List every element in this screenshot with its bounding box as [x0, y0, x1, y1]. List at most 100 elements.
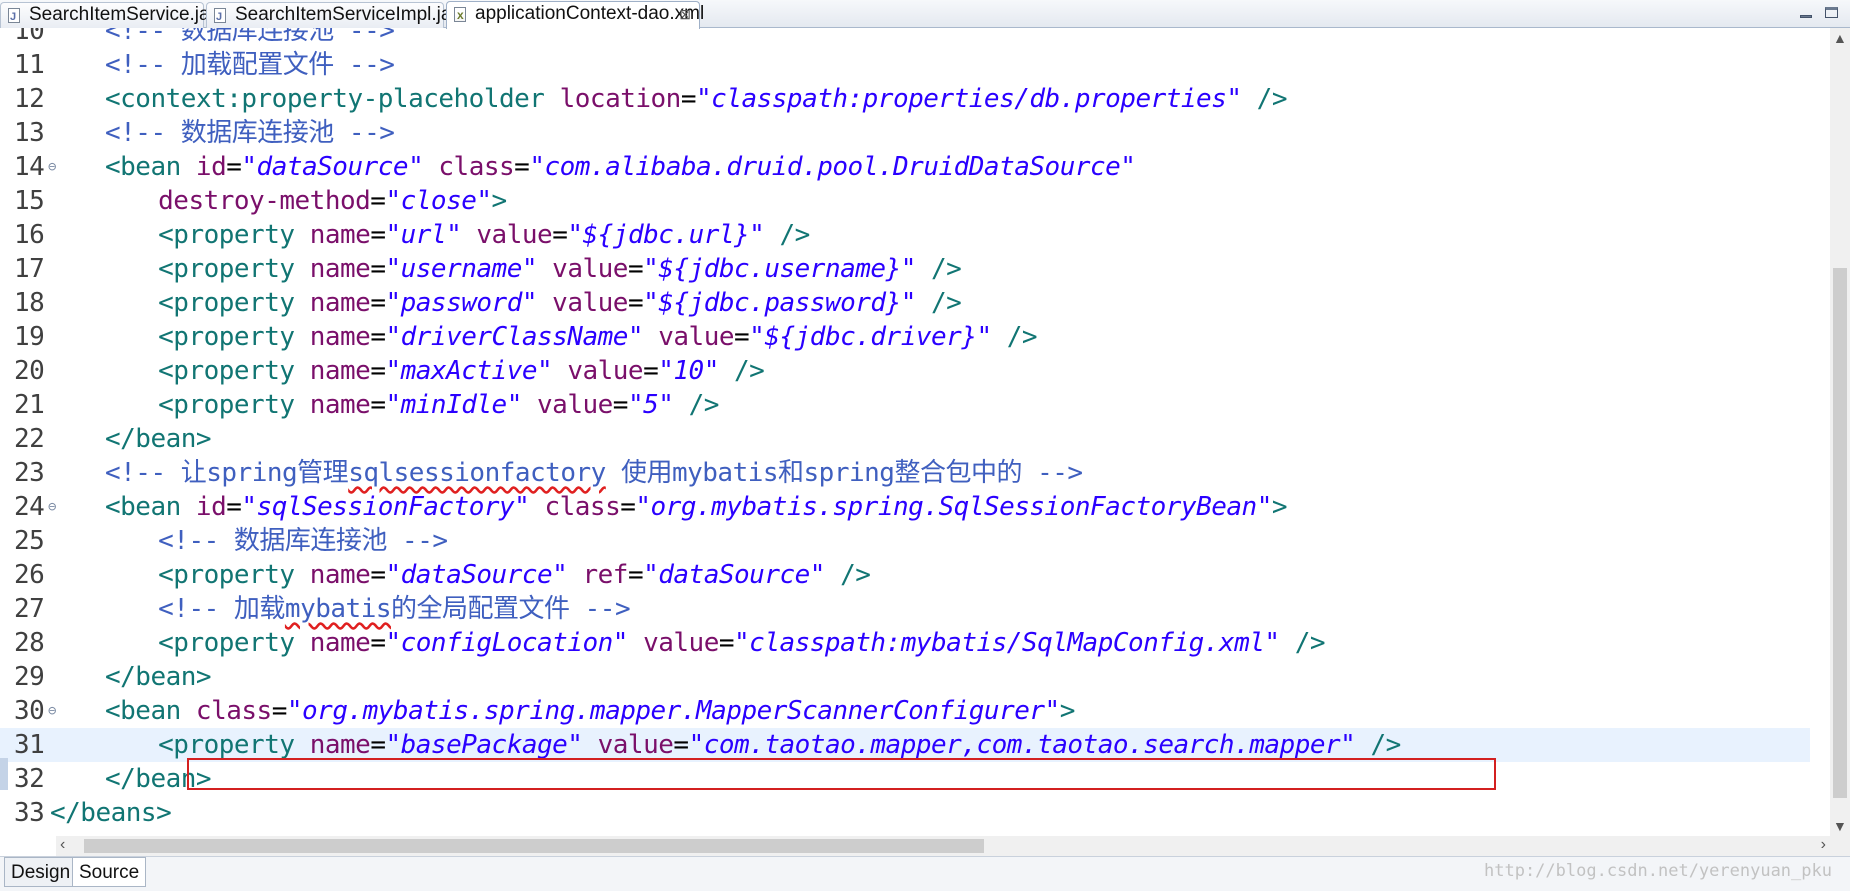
line-number: 15: [14, 186, 45, 216]
code-line[interactable]: 27 <!-- 加载mybatis的全局配置文件 -->: [0, 592, 1810, 626]
code-line[interactable]: 33 </beans>: [0, 796, 1810, 830]
code-line[interactable]: 31 <property name="basePackage" value="co…: [0, 728, 1810, 762]
code-token: >: [491, 186, 508, 216]
vertical-scrollbar[interactable]: ▲ ▼: [1830, 28, 1850, 836]
code-token: =: [370, 220, 386, 250]
line-number: 11: [14, 50, 45, 80]
tab-applicationcontext-dao-xml[interactable]: applicationContext-dao.xml ⊠: [446, 1, 704, 29]
code-text: <property name="password" value="${jdbc.…: [158, 286, 962, 320]
code-token: =: [643, 356, 659, 386]
close-tab-icon[interactable]: ⊠: [679, 2, 691, 26]
fold-toggle-icon[interactable]: ⊖: [48, 694, 56, 728]
code-token: >: [1059, 696, 1076, 726]
code-token: id: [195, 152, 227, 182]
code-token: <property: [158, 560, 310, 590]
code-line[interactable]: 28 <property name="configLocation" value=…: [0, 626, 1810, 660]
code-line[interactable]: 22 </bean>: [0, 422, 1810, 456]
tab-searchitemservice-java[interactable]: SearchItemService.java: [0, 2, 230, 29]
code-token: =: [514, 152, 530, 182]
code-line[interactable]: 10 <!-- 数据库连接池 -->: [0, 28, 1810, 48]
code-line[interactable]: 26 <property name="dataSource" ref="dataS…: [0, 558, 1810, 592]
code-line[interactable]: 24 ⊖ <bean id="sqlSessionFactory" class="o…: [0, 490, 1810, 524]
code-token: value: [552, 254, 628, 284]
code-token: <property: [158, 288, 310, 318]
code-text: <property name="minIdle" value="5" />: [158, 388, 719, 422]
code-token: name: [309, 288, 371, 318]
code-token: value: [658, 322, 735, 352]
code-text: <!-- 加载mybatis的全局配置文件 -->: [158, 592, 630, 626]
code-token: =: [680, 84, 697, 114]
code-token: <!-- 加载: [158, 594, 285, 624]
scroll-up-icon[interactable]: ▲: [1833, 30, 1847, 46]
line-number: 18: [14, 288, 45, 318]
code-line[interactable]: 14 ⊖ <bean id="dataSource" class="com.alib…: [0, 150, 1810, 184]
code-token: =: [226, 492, 242, 522]
code-text: <!-- 让spring管理sqlsessionfactory 使用mybati…: [105, 456, 1083, 490]
horizontal-scrollbar[interactable]: ‹ ›: [56, 836, 1830, 856]
code-token: =: [370, 356, 386, 386]
code-token: "${jdbc.username}": [643, 254, 916, 284]
tab-design[interactable]: Design: [4, 857, 78, 887]
code-token: =: [627, 254, 644, 284]
maximize-icon[interactable]: [1822, 4, 1842, 22]
fold-toggle-icon[interactable]: ⊖: [48, 490, 56, 524]
code-line[interactable]: 11 <!-- 加载配置文件 -->: [0, 48, 1810, 82]
code-line[interactable]: 29 </bean>: [0, 660, 1810, 694]
code-line[interactable]: 12 <context:property-placeholder location…: [0, 82, 1810, 116]
code-token: <bean: [105, 152, 196, 182]
tab-searchitemserviceimpl-java[interactable]: SearchItemServiceImpl.java: [206, 2, 472, 29]
code-token: =: [673, 730, 689, 760]
line-number: 10: [14, 28, 45, 46]
vertical-scroll-thumb[interactable]: [1833, 268, 1847, 798]
code-line[interactable]: 15 destroy-method="close">: [0, 184, 1810, 218]
code-line[interactable]: 23 <!-- 让spring管理sqlsessionfactory 使用myba…: [0, 456, 1810, 490]
code-line[interactable]: 19 <property name="driverClassName" value…: [0, 320, 1810, 354]
scroll-left-icon[interactable]: ‹: [60, 836, 65, 854]
code-line[interactable]: 16 <property name="url" value="${jdbc.url…: [0, 218, 1810, 252]
code-line[interactable]: 20 <property name="maxActive" value="10" …: [0, 354, 1810, 388]
tab-label: SearchItemServiceImpl.java: [235, 4, 472, 25]
scroll-down-icon[interactable]: ▼: [1833, 818, 1847, 834]
code-token: <!-- 加载配置文件 -->: [105, 50, 395, 80]
code-token: =: [370, 322, 386, 352]
tab-source[interactable]: Source: [72, 857, 147, 887]
line-number: 13: [14, 118, 45, 148]
code-line[interactable]: 21 <property name="minIdle" value="5" />: [0, 388, 1810, 422]
horizontal-scroll-thumb[interactable]: [84, 839, 984, 853]
code-line[interactable]: 18 <property name="password" value="${jdb…: [0, 286, 1810, 320]
code-token: />: [1279, 628, 1326, 658]
tab-label: applicationContext-dao.xml: [475, 3, 705, 24]
scroll-right-icon[interactable]: ›: [1821, 836, 1826, 854]
code-token: =: [612, 390, 629, 420]
xml-source-editor[interactable]: 33 </beans> 32 </bean> 31 <property name="bas…: [0, 28, 1830, 836]
code-token: <!-- 数据库连接池 -->: [158, 526, 448, 556]
line-number: 32: [14, 764, 45, 794]
code-token: <!-- 数据库连接池 -->: [105, 118, 395, 148]
code-token: "dataSource": [385, 560, 568, 590]
code-token: "url": [385, 220, 462, 250]
code-token: =: [627, 560, 644, 590]
fold-toggle-icon[interactable]: ⊖: [48, 150, 56, 184]
code-token: "com.alibaba.druid.pool.DruidDataSource": [529, 152, 1136, 182]
code-token: class: [544, 492, 621, 522]
minimize-icon[interactable]: [1796, 4, 1816, 22]
code-token: "maxActive": [385, 356, 553, 386]
code-line[interactable]: 17 <property name="username" value="${jdb…: [0, 252, 1810, 286]
code-token: "10": [658, 356, 719, 386]
code-token: location: [559, 84, 682, 114]
code-token: class: [195, 696, 272, 726]
code-token: sqlsessionfactory: [348, 458, 606, 488]
code-token: "basePackage": [385, 730, 583, 760]
code-token: <property: [158, 254, 310, 284]
code-text: <!-- 数据库连接池 -->: [105, 28, 395, 48]
code-line[interactable]: 30 ⊖ <bean class="org.mybatis.spring.mappe…: [0, 694, 1810, 728]
code-token: "org.mybatis.spring.SqlSessionFactoryBea…: [635, 492, 1272, 522]
code-line[interactable]: 25 <!-- 数据库连接池 -->: [0, 524, 1810, 558]
code-token: "close": [385, 186, 492, 216]
code-line[interactable]: 13 <!-- 数据库连接池 -->: [0, 116, 1810, 150]
code-token: destroy-method: [158, 186, 371, 216]
